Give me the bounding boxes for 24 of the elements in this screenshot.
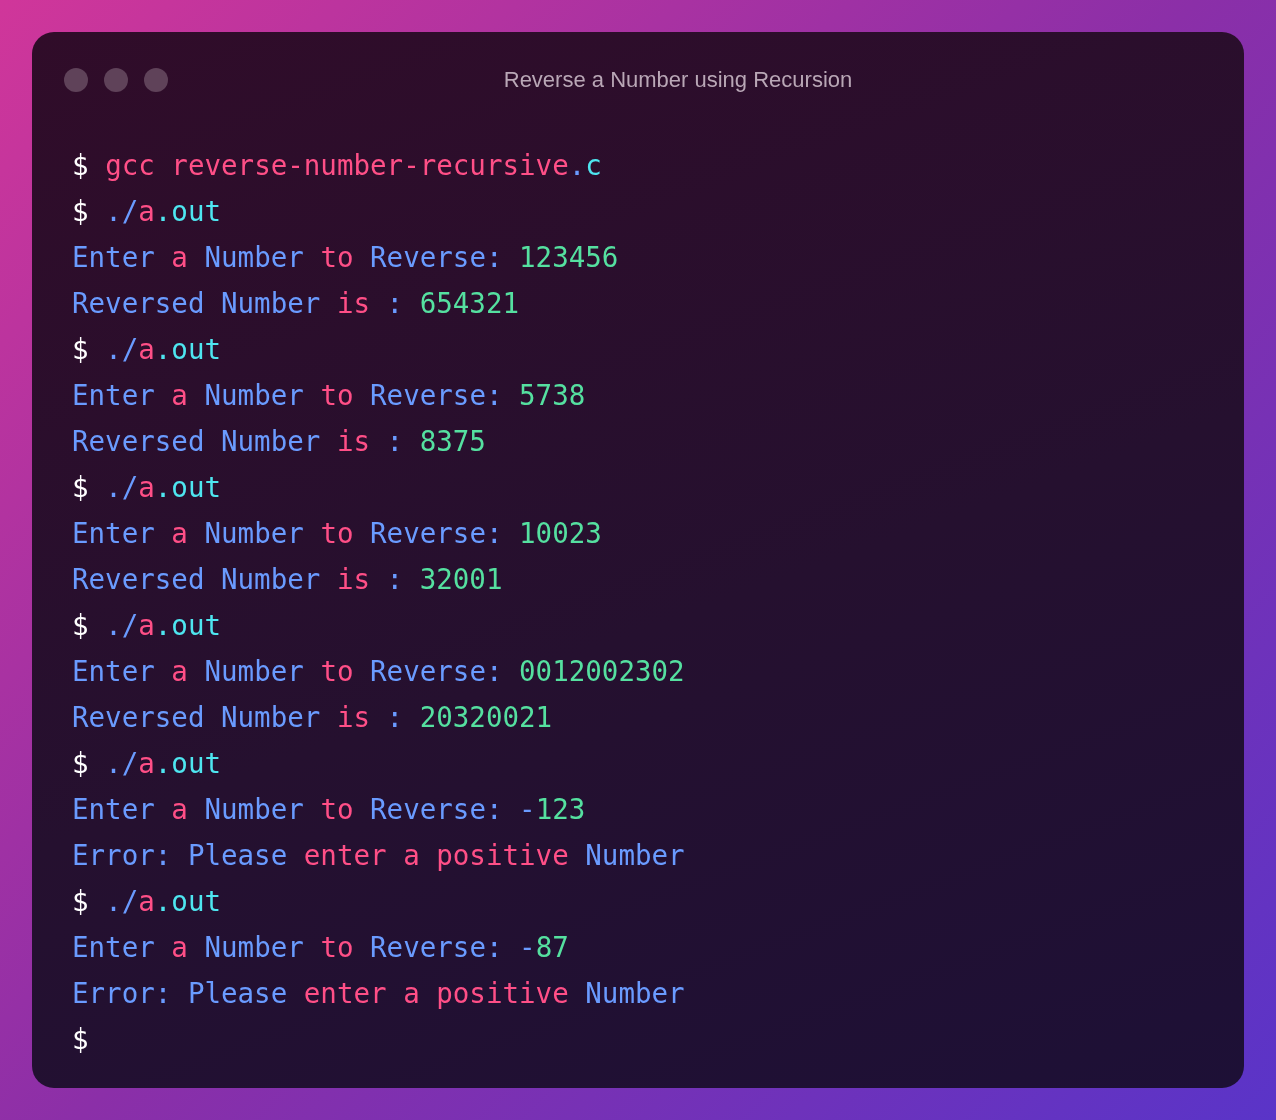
terminal-line: $ ./a.out [72,608,222,643]
terminal-line: Enter a Number to Reverse: -123 [72,792,586,827]
terminal-line: Enter a Number to Reverse: 123456 [72,240,619,275]
window-control-dot[interactable] [144,68,168,92]
terminal-line: Reversed Number is : 20320021 [72,700,553,735]
terminal-line: Reversed Number is : 654321 [72,286,520,321]
terminal-line: Reversed Number is : 32001 [72,562,503,597]
terminal-line: Reversed Number is : 8375 [72,424,486,459]
terminal-line: Error: Please enter a positive Number [72,838,685,873]
terminal-line: Enter a Number to Reverse: 0012002302 [72,654,685,689]
terminal-line: $ gcc reverse-number-recursive.c [72,148,602,183]
terminal-line: Enter a Number to Reverse: 5738 [72,378,586,413]
terminal-line: Error: Please enter a positive Number [72,976,685,1011]
terminal-line: $ ./a.out [72,884,222,919]
terminal-line: $ [72,1022,89,1057]
terminal-line: Enter a Number to Reverse: -87 [72,930,569,965]
terminal-line: $ ./a.out [72,332,222,367]
window-control-dot[interactable] [104,68,128,92]
terminal-line: $ ./a.out [72,194,222,229]
terminal-line: $ ./a.out [72,746,222,781]
terminal-line: $ ./a.out [72,470,222,505]
window-control-dot[interactable] [64,68,88,92]
window-title: Reverse a Number using Recursion [503,67,853,92]
terminal-line: Enter a Number to Reverse: 10023 [72,516,602,551]
